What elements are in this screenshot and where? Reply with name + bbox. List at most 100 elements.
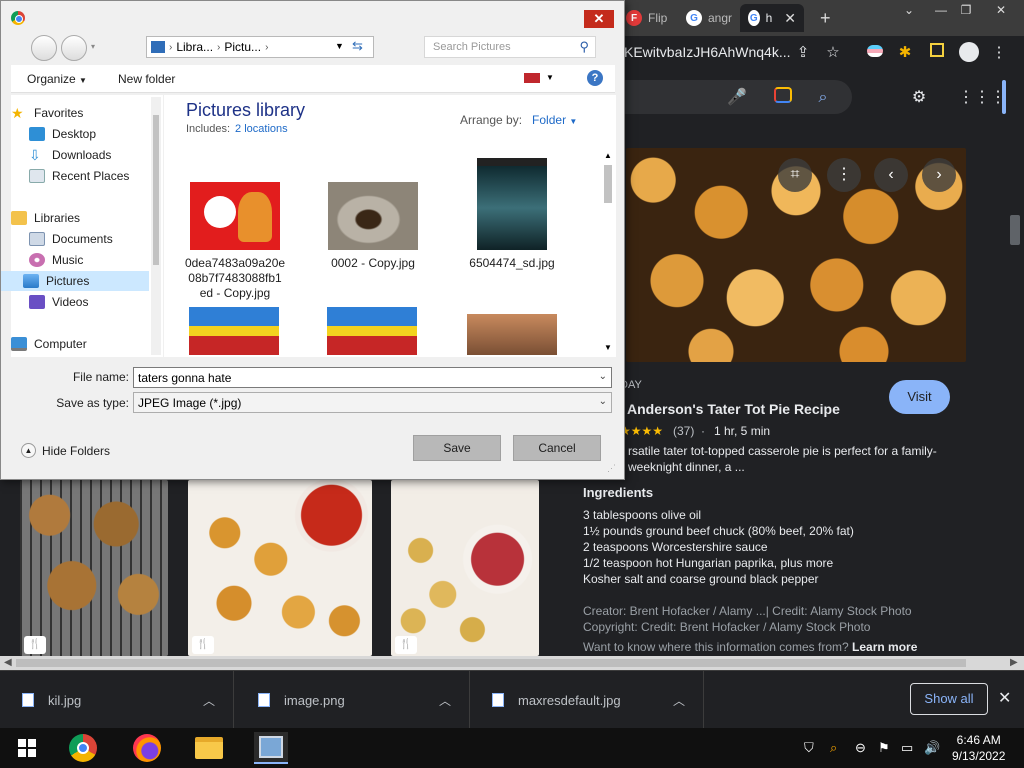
nav-favorites[interactable]: ★ Favorites (9, 103, 147, 123)
nav-documents[interactable]: Documents (27, 229, 165, 249)
taskbar-clock[interactable]: 6:46 AM 9/13/2022 (952, 732, 1005, 764)
bookmark-star-icon[interactable]: ☆ (822, 42, 844, 64)
apps-grid-icon[interactable]: ⋮⋮⋮ (958, 87, 1006, 109)
chevron-down-icon[interactable]: ▼ (546, 73, 554, 82)
tab-flip[interactable]: F Flip (618, 4, 678, 32)
control-panel-taskbar-icon[interactable] (254, 732, 288, 764)
preview-scrollbar[interactable] (1010, 215, 1020, 245)
chevron-up-icon[interactable]: ︿ (203, 692, 215, 709)
refresh-icon[interactable]: ⇆ (352, 38, 363, 54)
start-windows-icon[interactable] (10, 732, 44, 764)
file-name-input[interactable]: taters gonna hate ⌄ (133, 367, 612, 388)
chevron-right-icon[interactable]: › (265, 42, 268, 53)
tab-search-icon[interactable]: ⌄ (898, 2, 920, 18)
new-tab-button[interactable]: + (812, 4, 842, 32)
show-all-downloads-button[interactable]: Show all (910, 683, 988, 715)
flag-tray-icon[interactable]: ⚑ (878, 740, 890, 756)
chevron-up-icon[interactable]: ︿ (673, 692, 685, 709)
minimize-icon[interactable]: — (930, 2, 952, 18)
network-tray-icon[interactable]: ▭ (901, 740, 913, 756)
nav-computer[interactable]: Computer (9, 334, 147, 354)
download-item[interactable]: kil.jpg ︿ (0, 671, 234, 729)
download-item[interactable]: maxresdefault.jpg ︿ (470, 671, 704, 729)
scroll-down-icon[interactable]: ▼ (604, 343, 612, 352)
chevron-right-icon[interactable]: › (217, 42, 220, 53)
voice-search-icon[interactable]: 🎤 (726, 87, 748, 109)
lens-search-icon[interactable] (772, 87, 794, 109)
maximize-icon[interactable]: ❐ (955, 2, 977, 18)
organize-menu[interactable]: Organize ▼ (27, 72, 87, 86)
navigation-scrollbar[interactable] (151, 97, 161, 355)
settings-gear-icon[interactable]: ⚙ (908, 87, 930, 109)
chevron-up-icon[interactable]: ︿ (439, 692, 451, 709)
tab-active[interactable]: G h ✕ (740, 4, 804, 32)
close-downloads-icon[interactable]: ✕ (998, 688, 1011, 708)
close-tab-icon[interactable]: ✕ (784, 10, 796, 27)
file-thumbnail[interactable]: 0002 - Copy.jpg (313, 182, 433, 271)
sidebar-panel-icon[interactable] (926, 42, 948, 64)
nav-recent-places[interactable]: Recent Places (27, 166, 165, 186)
next-arrow-icon[interactable]: › (922, 158, 956, 192)
volume-tray-icon[interactable]: 🔊 (924, 740, 940, 756)
history-dropdown-icon[interactable]: ▾ (91, 42, 95, 51)
search-pictures-input[interactable]: Search Pictures ⚲ (424, 36, 596, 58)
address-dropdown-icon[interactable]: ▼ (335, 41, 344, 51)
extension-flag-icon[interactable] (864, 42, 886, 64)
scroll-left-icon[interactable]: ◀ (4, 657, 12, 668)
scrollbar-thumb[interactable] (153, 115, 159, 265)
horizontal-scrollbar[interactable]: ◀ ▶ (0, 656, 1024, 670)
more-options-icon[interactable]: ⋮ (827, 158, 861, 192)
resize-grip-icon[interactable]: ⋰ (607, 463, 616, 474)
file-thumbnail[interactable] (189, 307, 279, 355)
previous-arrow-icon[interactable]: ‹ (874, 158, 908, 192)
breadcrumb-pictures[interactable]: Pictu... (224, 40, 261, 54)
close-window-icon[interactable]: ✕ (990, 2, 1012, 18)
file-thumbnail[interactable] (467, 314, 557, 355)
tab-angr[interactable]: G angr (678, 4, 740, 32)
result-thumbnail[interactable]: 🍴 (188, 480, 372, 656)
file-thumbnail[interactable] (327, 307, 417, 355)
cancel-button[interactable]: Cancel (513, 435, 601, 461)
scrollbar-thumb[interactable] (604, 165, 612, 203)
help-icon[interactable]: ? (587, 70, 603, 86)
file-list-scrollbar[interactable]: ▲ ▼ (602, 151, 614, 355)
view-options-icon[interactable] (524, 73, 540, 83)
share-icon[interactable]: ⇪ (792, 42, 814, 64)
nav-downloads[interactable]: ⇩ Downloads (27, 145, 165, 165)
nav-music[interactable]: Music (27, 250, 165, 270)
address-bar[interactable]: KEwitvbaIzJH6AhWnq4k... (624, 44, 791, 60)
locations-link[interactable]: 2 locations (235, 123, 288, 135)
result-thumbnail[interactable]: 🍴 (20, 480, 168, 656)
security-tray-icon[interactable]: ⛉ (804, 740, 814, 756)
save-type-select[interactable]: JPEG Image (*.jpg) ⌄ (133, 392, 612, 413)
save-button[interactable]: Save (413, 435, 501, 461)
recipe-title[interactable]: Anderson's Tater Tot Pie Recipe (627, 401, 840, 417)
firefox-taskbar-icon[interactable] (130, 732, 164, 764)
file-thumbnail[interactable]: 0dea7483a09a20e 08b7f7483088fb1 ed - Cop… (175, 182, 295, 301)
breadcrumb[interactable]: › Libra... › Pictu... › ▼ (146, 36, 374, 58)
scrollbar-thumb[interactable] (16, 659, 966, 667)
chevron-right-icon[interactable]: › (169, 42, 172, 53)
chevron-down-icon[interactable]: ⌄ (599, 371, 607, 382)
search-tray-icon[interactable]: ⌕ (830, 740, 837, 756)
extensions-puzzle-icon[interactable]: ✱ (894, 42, 916, 64)
chrome-taskbar-icon[interactable] (66, 732, 100, 764)
hide-folders-toggle[interactable]: ▲ Hide Folders (21, 443, 110, 458)
nav-desktop[interactable]: Desktop (27, 124, 165, 144)
nav-videos[interactable]: Videos (27, 292, 165, 312)
lens-scan-icon[interactable]: ⌗ (778, 158, 812, 192)
dialog-close-button[interactable]: ✕ (584, 10, 614, 28)
back-button[interactable] (31, 35, 57, 61)
learn-more-link[interactable]: Learn more (852, 640, 917, 654)
nav-pictures[interactable]: Pictures (1, 271, 149, 291)
browser-menu-icon[interactable]: ⋮ (988, 42, 1010, 64)
breadcrumb-libraries[interactable]: Libra... (176, 40, 213, 54)
scroll-up-icon[interactable]: ▲ (604, 151, 612, 160)
visit-button[interactable]: Visit (889, 380, 950, 414)
result-thumbnail[interactable]: 🍴 (391, 480, 539, 656)
minus-circle-tray-icon[interactable]: ⊖ (855, 740, 866, 756)
file-thumbnail[interactable]: 6504474_sd.jpg (452, 158, 572, 271)
file-explorer-taskbar-icon[interactable] (192, 732, 226, 764)
nav-libraries[interactable]: Libraries (9, 208, 147, 228)
scroll-right-icon[interactable]: ▶ (1010, 657, 1018, 668)
